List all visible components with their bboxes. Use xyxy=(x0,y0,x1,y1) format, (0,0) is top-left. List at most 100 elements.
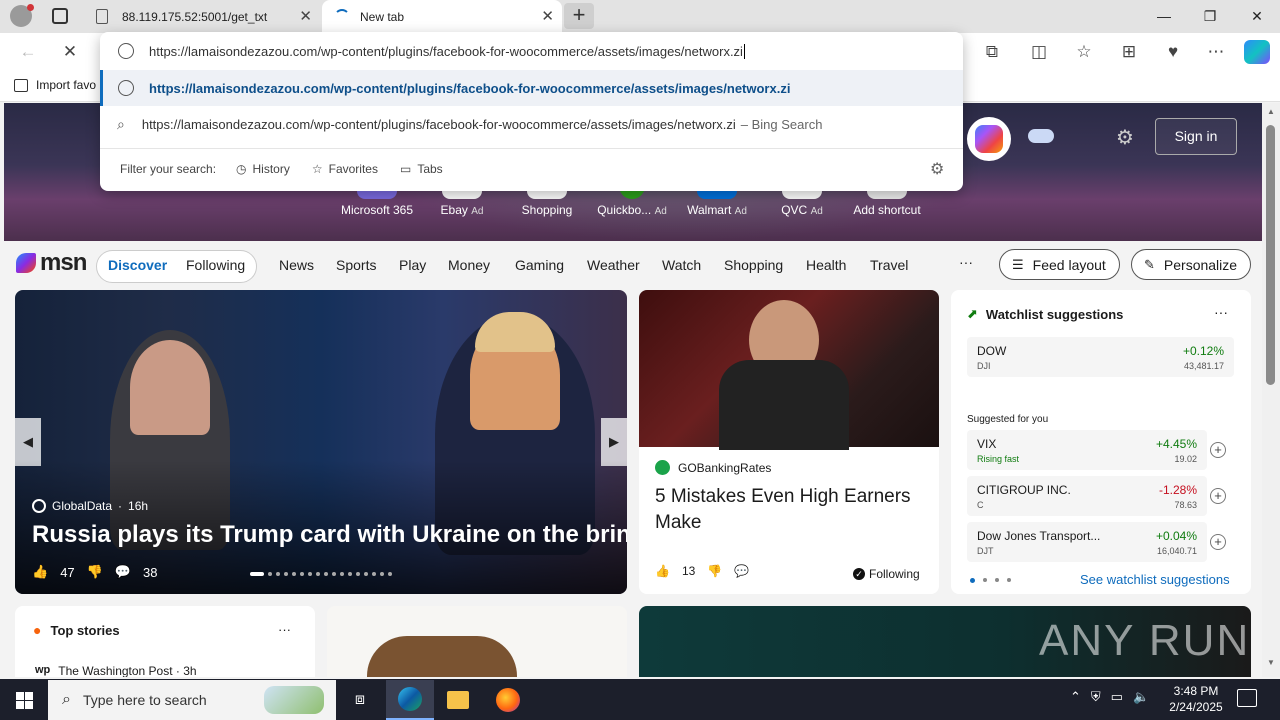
dislike-icon[interactable]: 👎 xyxy=(707,564,722,578)
nav-play[interactable]: Play xyxy=(399,257,426,273)
favorites-icon[interactable]: ☆ xyxy=(1072,41,1096,63)
weather-cloud-icon xyxy=(1028,129,1054,143)
extensions-icon[interactable]: ⧉ xyxy=(980,41,1004,63)
watch-row-djt[interactable]: Dow Jones Transport... DJT +0.04% 16,040… xyxy=(967,522,1207,562)
search-icon: ⌕ xyxy=(62,691,71,708)
nav-more-icon[interactable]: ··· xyxy=(959,254,973,270)
import-favorites[interactable]: Import favo xyxy=(14,78,96,92)
story-source: GOBankingRates xyxy=(655,460,771,475)
more-options-icon[interactable]: ··· xyxy=(278,622,291,637)
settings-icon[interactable]: ⚙ xyxy=(1116,125,1134,150)
watchlist-pager-dots[interactable] xyxy=(970,578,1011,583)
nav-shopping[interactable]: Shopping xyxy=(724,257,783,273)
main-headline[interactable]: Russia plays its Trump card with Ukraine… xyxy=(32,521,627,549)
address-bar-dropdown: https://lamaisondezazou.com/wp-content/p… xyxy=(100,32,963,191)
close-window-icon[interactable]: ✕ xyxy=(1234,0,1280,33)
nav-travel[interactable]: Travel xyxy=(870,257,908,273)
settings-icon[interactable]: ⚙ xyxy=(930,159,944,179)
dislike-icon[interactable]: 👎 xyxy=(87,564,103,580)
main-story-card[interactable]: ◀ ▶ GlobalData · 16h Russia plays its Trum… xyxy=(15,290,627,594)
history-icon: ◷ xyxy=(236,162,247,176)
add-to-watchlist-icon[interactable]: + xyxy=(1210,488,1226,504)
filter-favorites[interactable]: ☆ Favorites xyxy=(312,162,378,176)
task-view-icon[interactable]: ⧈ xyxy=(336,680,384,720)
suggestion-url[interactable]: https://lamaisondezazou.com/wp-content/p… xyxy=(100,70,963,106)
top-stories-card: ● Top stories ··· wp The Washington Post… xyxy=(15,606,315,677)
nav-health[interactable]: Health xyxy=(806,257,846,273)
nav-money[interactable]: Money xyxy=(448,257,490,273)
tab-discover[interactable]: Discover xyxy=(108,257,167,273)
edge-icon[interactable] xyxy=(386,680,434,720)
personalize-button[interactable]: ✎ Personalize xyxy=(1131,249,1251,280)
close-icon[interactable]: ✕ xyxy=(541,7,554,25)
following-badge[interactable]: ✓ Following xyxy=(853,567,920,581)
volume-icon[interactable]: 🔈 xyxy=(1133,689,1149,705)
taskbar-search[interactable]: ⌕ Type here to search xyxy=(48,680,336,720)
filter-tabs[interactable]: ▭ Tabs xyxy=(400,162,443,176)
sign-in-button[interactable]: Sign in xyxy=(1155,118,1237,155)
check-icon: ✓ xyxy=(853,568,865,580)
close-icon[interactable]: ✕ xyxy=(299,7,312,25)
more-menu-icon[interactable]: ⋯ xyxy=(1204,41,1228,63)
profile-icon[interactable] xyxy=(10,4,34,27)
nav-news[interactable]: News xyxy=(279,257,314,273)
watch-row-vix[interactable]: VIX Rising fast +4.45% 19.02 xyxy=(967,430,1207,470)
mid-story-card[interactable]: GOBankingRates 5 Mistakes Even High Earn… xyxy=(639,290,939,594)
comment-icon[interactable]: 💬 xyxy=(734,564,749,578)
filter-row: Filter your search: ◷ History ☆ Favorites … xyxy=(120,162,443,176)
see-watchlist-link[interactable]: See watchlist suggestions xyxy=(1080,572,1230,587)
like-icon[interactable]: 👍 xyxy=(655,564,670,578)
comment-icon[interactable]: 💬 xyxy=(115,564,131,580)
msn-logo[interactable]: msn xyxy=(16,249,87,277)
suggestion-bing-search[interactable]: ⌕ https://lamaisondezazou.com/wp-content… xyxy=(100,106,963,142)
carousel-next-icon[interactable]: ▶ xyxy=(601,418,627,466)
notifications-icon[interactable] xyxy=(1237,689,1257,707)
network-icon[interactable]: ▭ xyxy=(1111,689,1123,705)
page-scrollbar[interactable]: ▲ ▼ xyxy=(1262,103,1280,677)
shopping-card[interactable] xyxy=(327,606,627,677)
carousel-prev-icon[interactable]: ◀ xyxy=(15,418,41,466)
back-icon[interactable]: ← xyxy=(16,41,40,63)
stop-loading-icon[interactable]: ✕ xyxy=(58,41,82,63)
watch-row-dow[interactable]: DOW DJI +0.12% 43,481.17 xyxy=(967,337,1234,377)
mid-headline[interactable]: 5 Mistakes Even High Earners Make xyxy=(655,484,930,536)
carousel-dots[interactable] xyxy=(250,572,392,576)
minimize-icon[interactable]: — xyxy=(1141,0,1187,33)
performance-icon[interactable]: ♥ xyxy=(1161,41,1185,63)
start-windows-icon[interactable] xyxy=(0,680,48,720)
nav-gaming[interactable]: Gaming xyxy=(515,257,564,273)
watch-row-citigroup[interactable]: CITIGROUP INC. C -1.28% 78.63 xyxy=(967,476,1207,516)
collections-icon[interactable]: ⊞ xyxy=(1117,41,1141,63)
add-to-watchlist-icon[interactable]: + xyxy=(1210,442,1226,458)
bottom-story-card[interactable]: ANY RUN xyxy=(639,606,1251,677)
clock[interactable]: 3:48 PM 2/24/2025 xyxy=(1166,683,1226,715)
add-to-watchlist-icon[interactable]: + xyxy=(1210,534,1226,550)
address-input-row[interactable]: https://lamaisondezazou.com/wp-content/p… xyxy=(100,32,963,70)
split-screen-icon[interactable]: ◫ xyxy=(1027,41,1051,63)
nav-weather[interactable]: Weather xyxy=(587,257,640,273)
restore-icon[interactable]: ❐ xyxy=(1187,0,1233,33)
address-input[interactable]: https://lamaisondezazou.com/wp-content/p… xyxy=(149,43,745,59)
copilot-icon[interactable] xyxy=(1244,40,1270,64)
like-icon[interactable]: 👍 xyxy=(32,564,48,580)
security-icon[interactable]: ⛨ xyxy=(1091,689,1101,705)
filter-history[interactable]: ◷ History xyxy=(236,162,290,176)
chevron-up-icon[interactable]: ⌃ xyxy=(1070,689,1081,705)
tab-actions-icon[interactable] xyxy=(52,8,68,24)
story-image xyxy=(639,290,939,450)
firefox-icon[interactable] xyxy=(484,680,532,720)
tab-get-txt[interactable]: 88.119.175.52:5001/get_txt ✕ xyxy=(84,0,320,33)
story-source[interactable]: wp The Washington Post · 3h xyxy=(35,664,197,677)
scrollbar-thumb[interactable] xyxy=(1266,125,1275,385)
nav-watch[interactable]: Watch xyxy=(662,257,701,273)
bing-logo-icon[interactable] xyxy=(967,117,1011,161)
nav-sports[interactable]: Sports xyxy=(336,257,376,273)
more-options-icon[interactable]: ··· xyxy=(1214,304,1228,320)
brush-icon: ✎ xyxy=(1144,256,1155,272)
feed-layout-button[interactable]: ☰ Feed layout xyxy=(999,249,1120,280)
new-tab-button[interactable]: + xyxy=(564,3,594,29)
top-stories-header: ● Top stories xyxy=(33,622,120,638)
tab-new-tab[interactable]: New tab ✕ xyxy=(322,0,562,33)
tab-following[interactable]: Following xyxy=(186,257,245,273)
file-explorer-icon[interactable] xyxy=(434,680,482,720)
